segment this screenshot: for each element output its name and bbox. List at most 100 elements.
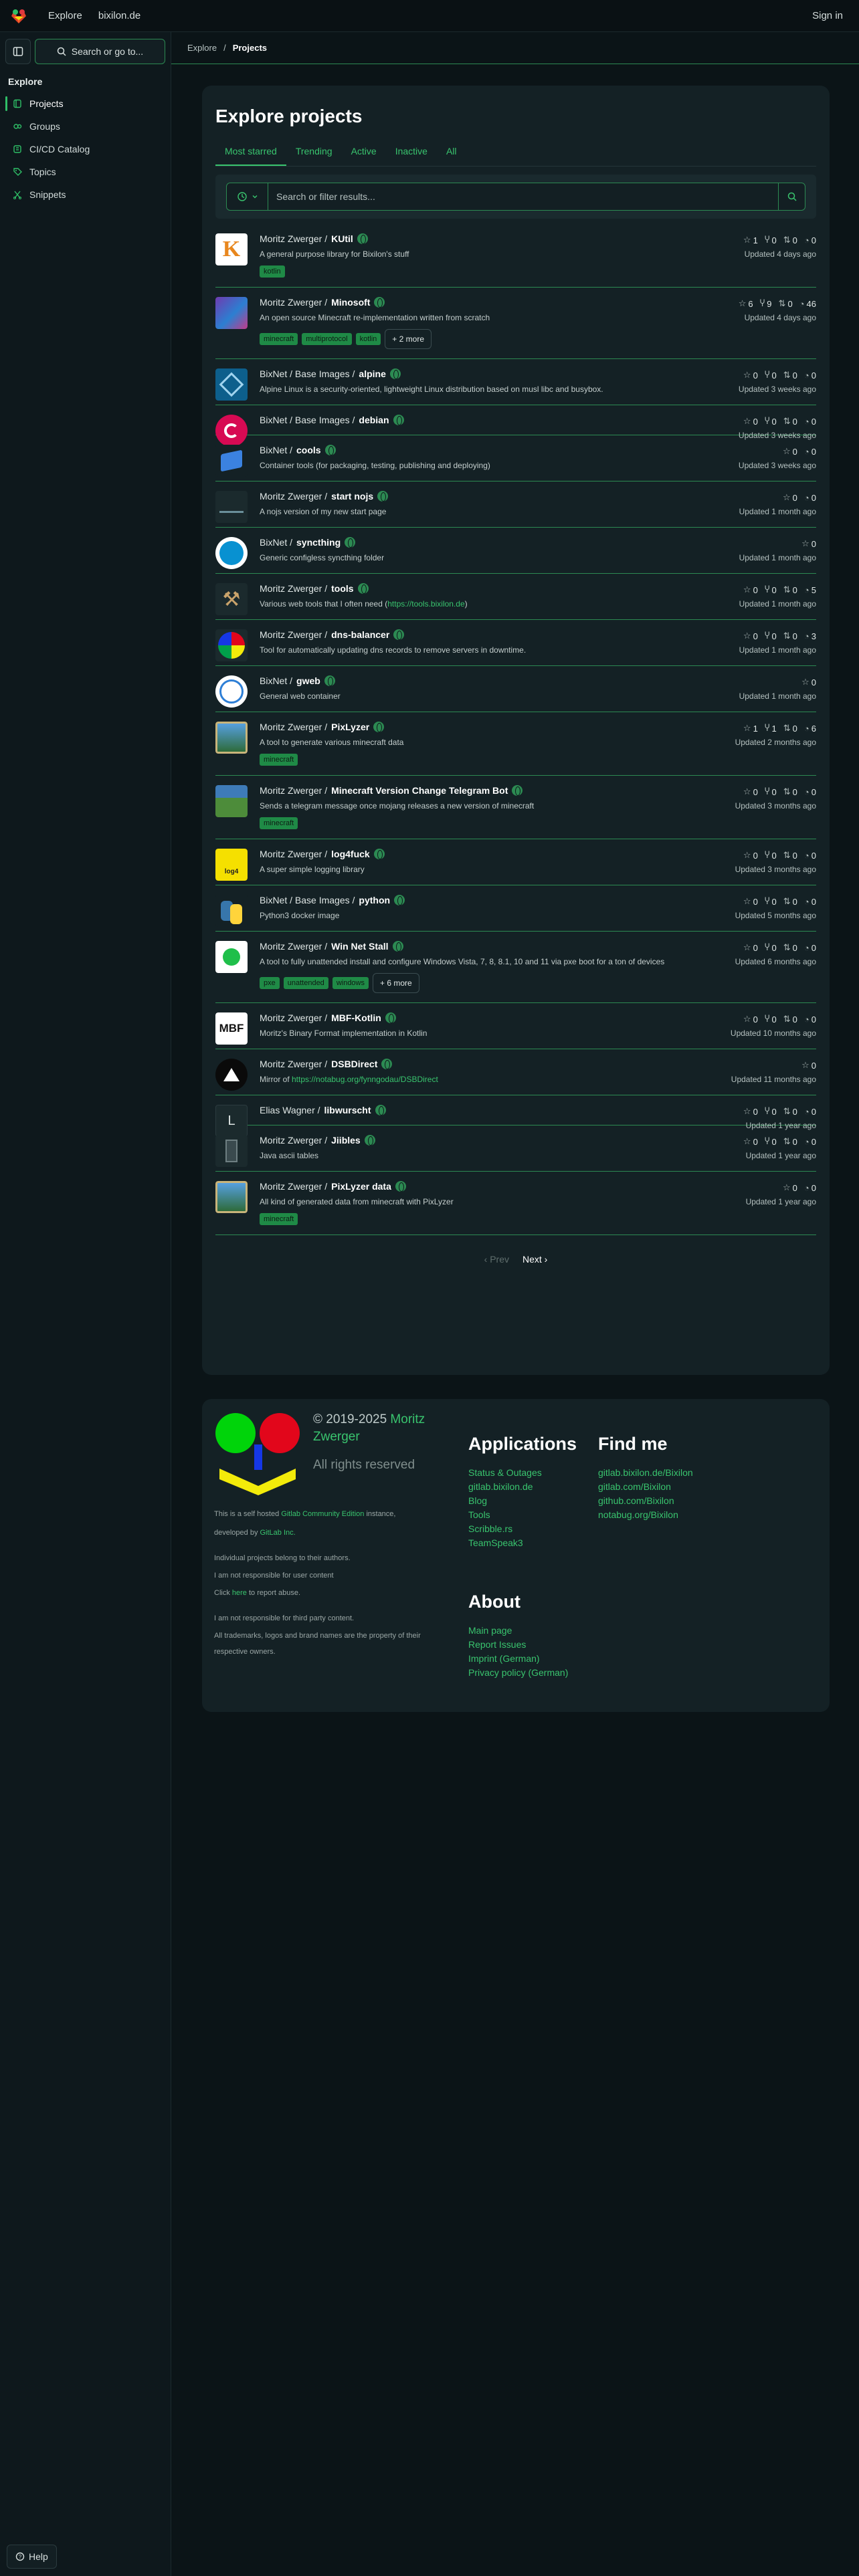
recent-searches-button[interactable] [227,183,268,210]
project-avatar[interactable] [215,368,248,401]
project-avatar[interactable] [215,1059,248,1091]
fork-count-link[interactable]: Ⴤ0 [765,1106,777,1117]
filter-search-button[interactable] [778,183,805,210]
project-title[interactable]: PixLyzer [331,722,369,732]
sign-in-link[interactable]: Sign in [812,10,843,21]
star-count-link[interactable]: ☆ 0 [743,370,758,381]
project-name[interactable]: BixNet / syncthing [260,537,816,548]
topic-badge[interactable]: unattended [283,977,328,989]
report-abuse-link[interactable]: here [232,1589,247,1597]
project-avatar[interactable] [215,491,248,523]
project-namespace[interactable]: Moritz Zwerger / [260,1059,327,1069]
fork-count-link[interactable]: Ⴤ0 [765,896,777,907]
project-title[interactable]: Minecraft Version Change Telegram Bot [331,785,508,796]
project-title[interactable]: syncthing [296,537,341,548]
topic-badge[interactable]: multiprotocol [302,333,352,345]
gitlab-ce-link[interactable]: Gitlab Community Edition [281,1510,364,1518]
findme-link[interactable]: gitlab.bixilon.de/Bixilon [598,1466,693,1480]
findme-link[interactable]: notabug.org/Bixilon [598,1508,693,1522]
project-namespace[interactable]: BixNet / [260,445,292,455]
star-count-link[interactable]: ☆ 0 [801,677,816,687]
project-avatar[interactable] [215,785,248,817]
merge-request-count-link[interactable]: ⇅ 0 [783,723,797,734]
findme-link[interactable]: github.com/Bixilon [598,1494,693,1508]
project-namespace[interactable]: Moritz Zwerger / [260,297,327,308]
star-count-link[interactable]: ☆ 1 [743,723,758,734]
project-namespace[interactable]: Moritz Zwerger / [260,785,327,796]
project-title[interactable]: tools [331,583,353,594]
topic-badge[interactable]: kotlin [260,265,285,278]
project-title[interactable]: alpine [359,368,385,379]
fork-count-link[interactable]: Ⴤ9 [760,298,772,309]
fork-count-link[interactable]: Ⴤ0 [765,786,777,797]
fork-count-link[interactable]: Ⴤ0 [765,416,777,427]
project-name[interactable]: Moritz Zwerger / Win Net Stall [260,941,816,952]
project-name[interactable]: Moritz Zwerger / PixLyzer [260,722,816,732]
project-name[interactable]: Moritz Zwerger / Jiibles [260,1135,816,1146]
issue-count-link[interactable]: ◔ 6 [804,723,816,734]
project-name[interactable]: Moritz Zwerger / KUtil [260,233,816,244]
more-topics-button[interactable]: + 2 more [385,329,432,349]
project-title[interactable]: cools [296,445,321,455]
fork-count-link[interactable]: Ⴤ0 [765,584,777,595]
search-button[interactable]: Search or go to... [35,39,165,64]
sidebar-item-snippets[interactable]: Snippets [0,183,171,206]
project-title[interactable]: Jiibles [331,1135,361,1146]
findme-link[interactable]: gitlab.com/Bixilon [598,1480,693,1494]
star-count-link[interactable]: ☆ 1 [743,235,758,245]
project-namespace[interactable]: Moritz Zwerger / [260,1012,327,1023]
more-topics-button[interactable]: + 6 more [373,973,419,993]
project-title[interactable]: MBF-Kotlin [331,1012,381,1023]
project-avatar[interactable] [215,537,248,569]
project-avatar[interactable]: K [215,233,248,265]
project-name[interactable]: BixNet / gweb [260,675,816,686]
description-link[interactable]: https://notabug.org/fynngodau/DSBDirect [292,1075,438,1084]
merge-request-count-link[interactable]: ⇅ 0 [783,1136,797,1147]
project-avatar[interactable]: ⚒ [215,583,248,615]
star-count-link[interactable]: ☆ 0 [743,416,758,427]
applications-link[interactable]: Status & Outages [468,1466,542,1480]
project-name[interactable]: Moritz Zwerger / log4fuck [260,849,816,859]
explore-link[interactable]: Explore [48,10,82,21]
issue-count-link[interactable]: ◔ 0 [804,446,816,457]
star-count-link[interactable]: ☆ 0 [743,1014,758,1025]
star-count-link[interactable]: ☆ 0 [783,1182,797,1193]
project-name[interactable]: BixNet / Base Images / debian [260,415,816,425]
project-namespace[interactable]: BixNet / Base Images / [260,368,355,379]
prev-page-button[interactable]: ‹ Prev [484,1254,509,1265]
fork-count-link[interactable]: Ⴤ0 [765,942,777,953]
project-avatar[interactable] [215,722,248,754]
issue-count-link[interactable]: ◔ 5 [804,584,816,595]
project-name[interactable]: Moritz Zwerger / tools [260,583,816,594]
issue-count-link[interactable]: ◔ 0 [804,235,816,245]
project-name[interactable]: BixNet / Base Images / python [260,895,816,905]
project-avatar[interactable]: MBF [215,1012,248,1045]
issue-count-link[interactable]: ◔ 0 [804,370,816,381]
project-avatar[interactable] [215,1181,248,1213]
issue-count-link[interactable]: ◔ 0 [804,1182,816,1193]
tab-all[interactable]: All [437,139,466,166]
merge-request-count-link[interactable]: ⇅ 0 [783,850,797,861]
issue-count-link[interactable]: ◔ 0 [804,942,816,953]
star-count-link[interactable]: ☆ 0 [743,786,758,797]
merge-request-count-link[interactable]: ⇅ 0 [783,896,797,907]
project-namespace[interactable]: Moritz Zwerger / [260,233,327,244]
project-title[interactable]: debian [359,415,389,425]
project-title[interactable]: libwurscht [324,1105,371,1115]
project-namespace[interactable]: BixNet / Base Images / [260,895,355,905]
project-namespace[interactable]: Moritz Zwerger / [260,941,327,952]
project-namespace[interactable]: Moritz Zwerger / [260,722,327,732]
star-count-link[interactable]: ☆ 0 [743,631,758,641]
star-count-link[interactable]: ☆ 0 [783,492,797,503]
project-title[interactable]: DSBDirect [331,1059,377,1069]
fork-count-link[interactable]: Ⴤ0 [765,850,777,861]
project-title[interactable]: PixLyzer data [331,1181,391,1192]
merge-request-count-link[interactable]: ⇅ 0 [783,786,797,797]
next-page-button[interactable]: Next › [522,1254,547,1265]
topic-badge[interactable]: minecraft [260,1213,298,1225]
fork-count-link[interactable]: Ⴤ0 [765,1136,777,1147]
site-link[interactable]: bixilon.de [98,10,140,21]
applications-link[interactable]: Scribble.rs [468,1522,542,1536]
merge-request-count-link[interactable]: ⇅ 0 [783,370,797,381]
project-name[interactable]: BixNet / Base Images / alpine [260,368,816,379]
